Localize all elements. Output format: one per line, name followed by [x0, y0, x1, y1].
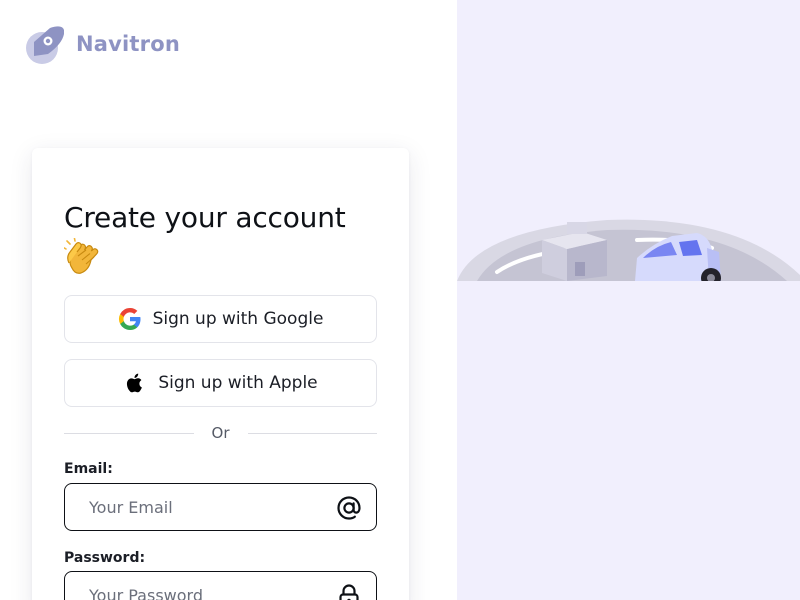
brand-name: Navitron [76, 32, 181, 56]
apple-icon [127, 373, 143, 393]
password-label: Password: [64, 550, 146, 566]
brand-logo[interactable]: Navitron [24, 22, 180, 66]
password-input[interactable] [89, 572, 329, 600]
or-divider: Or [64, 424, 378, 442]
divider-line-left [64, 432, 194, 434]
navitron-logo-icon [26, 26, 64, 64]
signup-pane: Navitron Create your account Sign up wit… [0, 0, 457, 600]
page-title: Create your account [64, 200, 384, 278]
password-field-box[interactable] [64, 571, 377, 600]
clapping-hands-icon [64, 238, 99, 274]
google-icon [118, 307, 141, 330]
page-title-text: Create your account [64, 201, 346, 234]
email-label: Email: [64, 461, 113, 477]
apple-signup-button[interactable]: Sign up with Apple [64, 359, 377, 407]
signup-card: Create your account Sign up with Google … [32, 148, 409, 600]
apple-signup-label: Sign up with Apple [158, 373, 318, 393]
illustration-panel [457, 0, 800, 600]
google-signup-label: Sign up with Google [152, 309, 324, 329]
city-car-illustration [457, 219, 800, 281]
at-sign-icon [337, 496, 361, 520]
lock-icon [339, 584, 359, 600]
email-input[interactable] [89, 484, 329, 530]
divider-text: Or [211, 424, 230, 442]
google-signup-button[interactable]: Sign up with Google [64, 295, 377, 343]
email-field-box[interactable] [64, 483, 377, 531]
divider-line-right [247, 432, 378, 434]
